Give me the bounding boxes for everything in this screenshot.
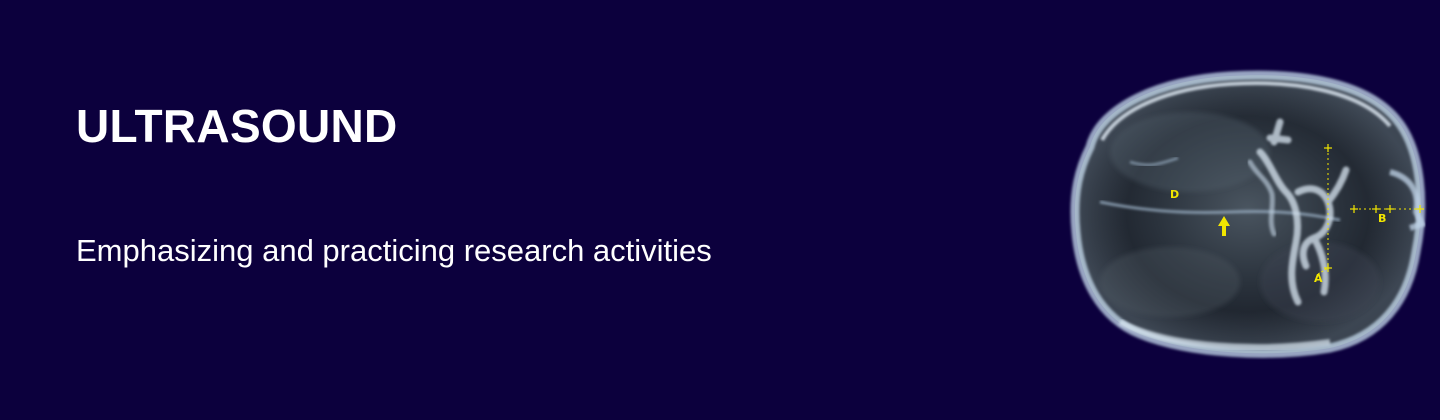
hero-banner: ULTRASOUND Emphasizing and practicing re… [0, 0, 1440, 420]
page-title: ULTRASOUND [76, 100, 398, 152]
marker-label-a: A [1314, 272, 1323, 285]
ultrasound-scan-image: D B A [1070, 70, 1427, 358]
page-subtitle: Emphasizing and practicing research acti… [76, 233, 712, 268]
marker-label-b: B [1378, 212, 1386, 225]
marker-label-d: D [1170, 188, 1179, 201]
